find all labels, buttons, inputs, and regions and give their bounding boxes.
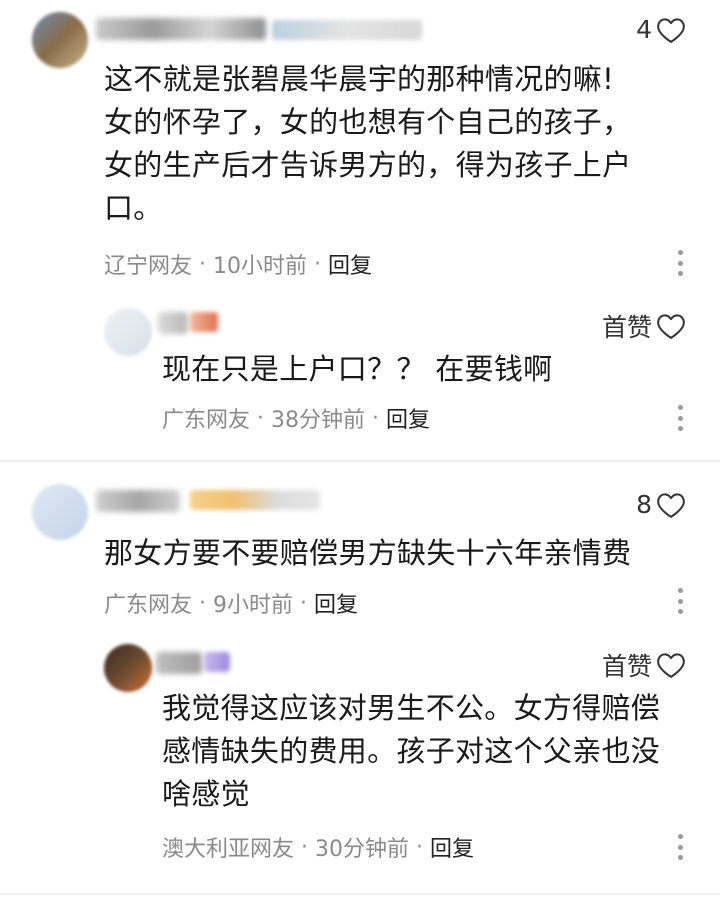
divider bbox=[0, 893, 720, 895]
like-button[interactable]: 首赞 bbox=[602, 308, 686, 344]
more-vertical-icon[interactable] bbox=[678, 588, 684, 614]
separator: · bbox=[257, 405, 265, 431]
divider bbox=[0, 460, 720, 462]
location: 广东网友 bbox=[104, 593, 193, 618]
separator: · bbox=[199, 590, 207, 616]
user-badge-blurred bbox=[190, 490, 320, 510]
separator: · bbox=[301, 834, 309, 860]
username-blurred[interactable] bbox=[156, 652, 202, 674]
comment-text: 这不就是张碧晨华晨宇的那种情况的嘛! 女的怀孕了，女的也想有个自己的孩子， 女的… bbox=[104, 62, 632, 225]
avatar[interactable] bbox=[32, 12, 88, 68]
avatar[interactable] bbox=[104, 308, 152, 356]
comment-text: 那女方要不要赔偿男方缺失十六年亲情费 bbox=[104, 536, 632, 570]
more-vertical-icon[interactable] bbox=[678, 250, 684, 276]
location: 辽宁网友 bbox=[104, 254, 193, 279]
comment-meta: 辽宁网友 · 10小时前 · 回复 bbox=[104, 248, 372, 280]
reply-2: 首赞 我觉得这应该对男生不公。女方得赔偿 感情缺失的费用。孩子对这个父亲也没 啥… bbox=[0, 630, 720, 890]
separator: · bbox=[199, 251, 207, 277]
location: 广东网友 bbox=[162, 408, 251, 433]
like-count: 8 bbox=[636, 490, 652, 519]
reply-button[interactable]: 回复 bbox=[314, 587, 358, 619]
reply-button[interactable]: 回复 bbox=[328, 248, 372, 280]
timestamp: 9小时前 bbox=[213, 593, 294, 618]
user-badge-blurred bbox=[272, 20, 422, 40]
user-badge-blurred bbox=[190, 312, 218, 332]
heart-outline-icon bbox=[657, 314, 685, 339]
like-button[interactable]: 首赞 bbox=[602, 647, 686, 683]
timestamp: 30分钟前 bbox=[315, 837, 410, 862]
location: 澳大利亚网友 bbox=[162, 837, 295, 862]
separator: · bbox=[300, 590, 308, 616]
like-button[interactable]: 8 bbox=[636, 490, 686, 519]
avatar[interactable] bbox=[32, 484, 88, 540]
like-count: 首赞 bbox=[601, 313, 652, 342]
like-button[interactable]: 4 bbox=[636, 15, 686, 44]
reply-meta: 澳大利亚网友 · 30分钟前 · 回复 bbox=[162, 831, 474, 863]
heart-outline-icon bbox=[657, 17, 685, 43]
reply-button[interactable]: 回复 bbox=[386, 402, 430, 434]
more-vertical-icon[interactable] bbox=[678, 405, 684, 431]
timestamp: 10小时前 bbox=[213, 254, 308, 279]
separator: · bbox=[372, 405, 380, 431]
comment-1: 4 这不就是张碧晨华晨宇的那种情况的嘛! 女的怀孕了，女的也想有个自己的孩子， … bbox=[0, 0, 720, 290]
username-blurred[interactable] bbox=[96, 18, 266, 40]
reply-text: 我觉得这应该对男生不公。女方得赔偿 感情缺失的费用。孩子对这个父亲也没 啥感觉 bbox=[162, 691, 661, 811]
timestamp: 38分钟前 bbox=[271, 408, 366, 433]
reply-text: 现在只是上户口？？ 在要钱啊 bbox=[162, 352, 553, 386]
heart-outline-icon bbox=[657, 492, 685, 518]
like-count: 4 bbox=[636, 15, 652, 44]
comment-2: 8 那女方要不要赔偿男方缺失十六年亲情费 广东网友 · 9小时前 · 回复 bbox=[0, 470, 720, 640]
reply-meta: 广东网友 · 38分钟前 · 回复 bbox=[162, 402, 430, 434]
reply-button[interactable]: 回复 bbox=[430, 831, 474, 863]
like-count: 首赞 bbox=[601, 652, 652, 681]
separator: · bbox=[416, 834, 424, 860]
separator: · bbox=[314, 251, 322, 277]
username-blurred[interactable] bbox=[158, 312, 188, 334]
comment-meta: 广东网友 · 9小时前 · 回复 bbox=[104, 587, 358, 619]
user-badge-blurred bbox=[204, 652, 230, 672]
heart-outline-icon bbox=[657, 653, 685, 678]
reply-1: 首赞 现在只是上户口？？ 在要钱啊 广东网友 · 38分钟前 · 回复 bbox=[0, 290, 720, 450]
more-vertical-icon[interactable] bbox=[678, 834, 684, 860]
avatar[interactable] bbox=[104, 644, 152, 692]
username-blurred[interactable] bbox=[96, 490, 180, 512]
